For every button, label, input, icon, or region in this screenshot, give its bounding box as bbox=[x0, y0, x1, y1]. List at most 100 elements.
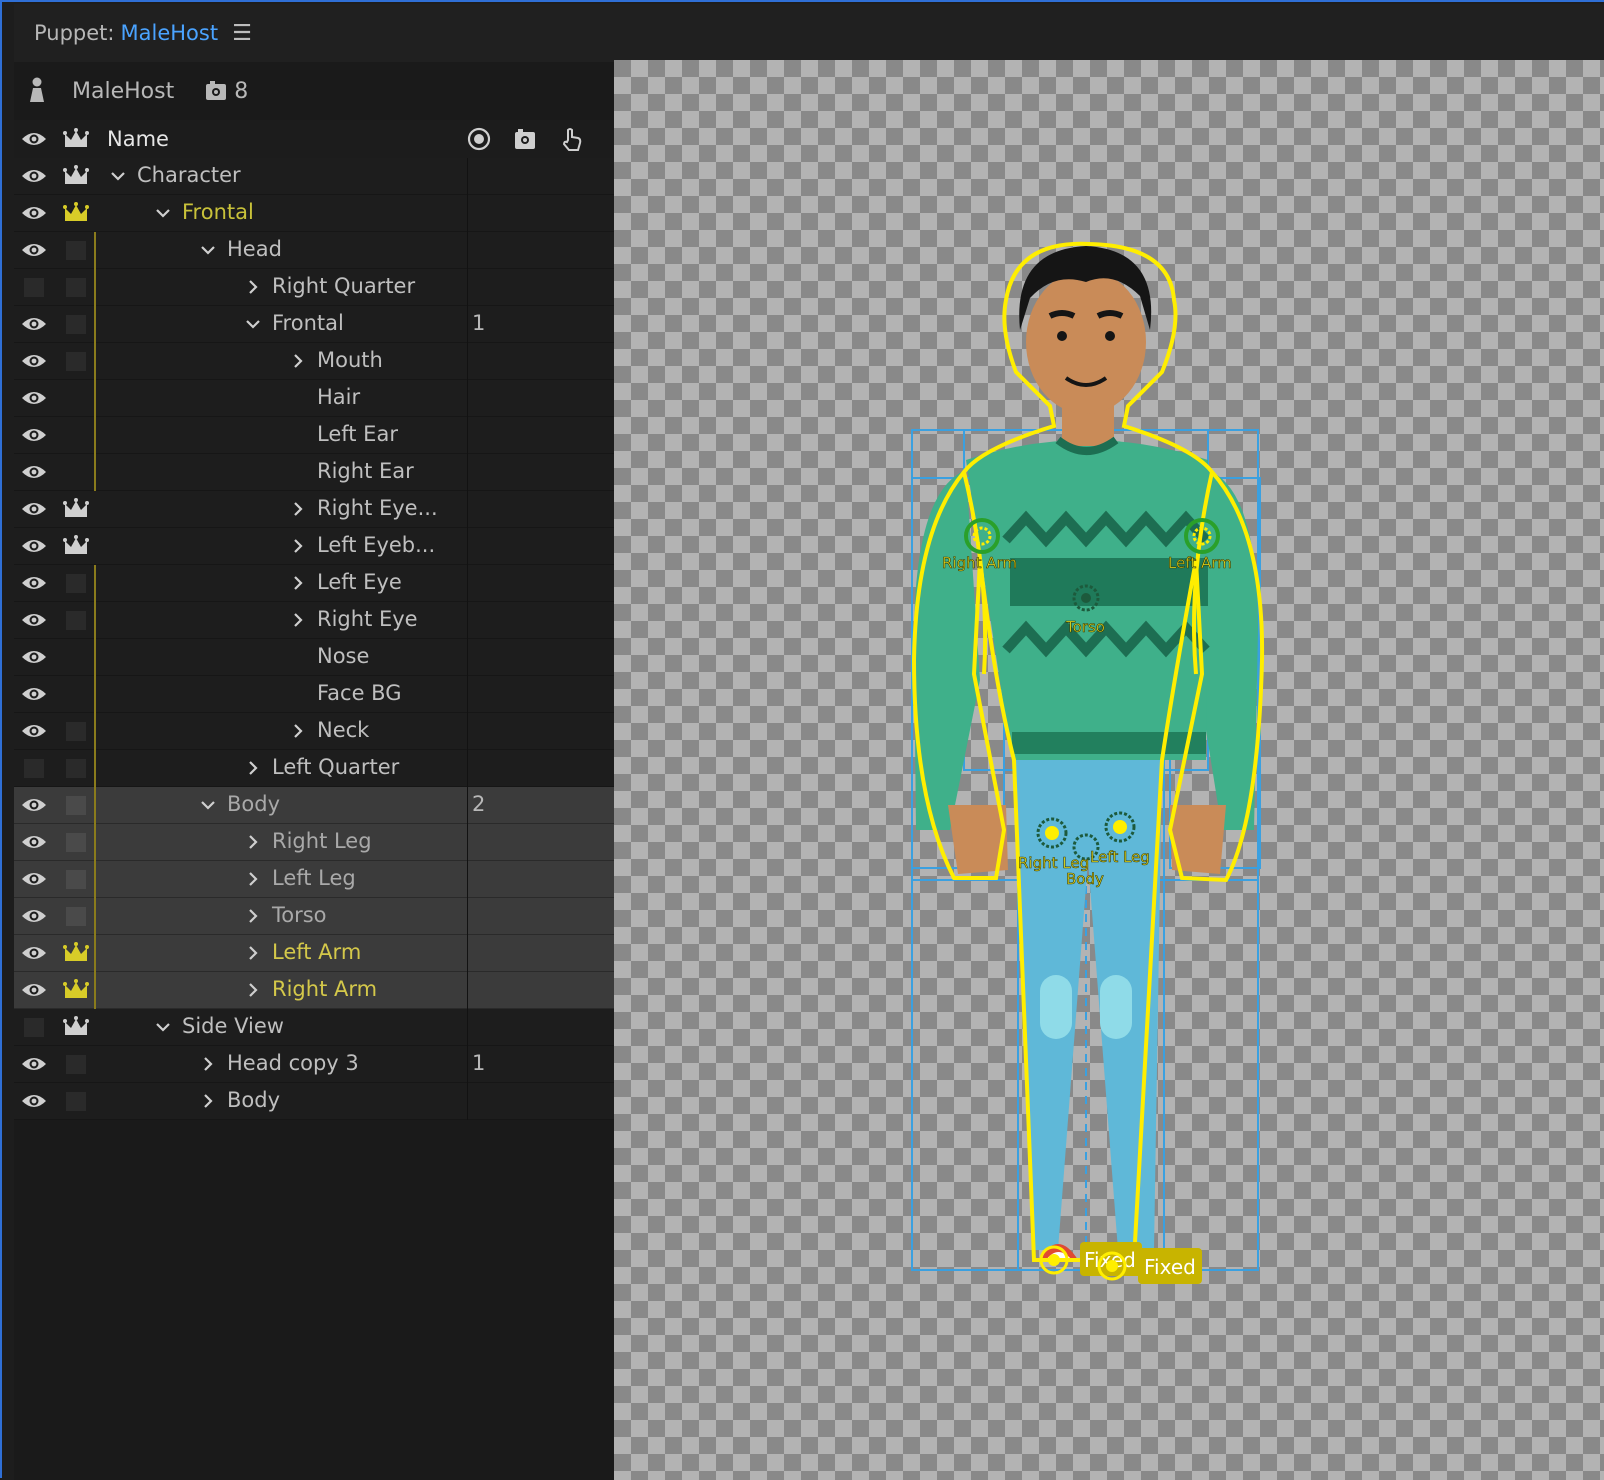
independent-toggle[interactable] bbox=[66, 796, 86, 815]
chevron-right-icon[interactable] bbox=[289, 537, 307, 555]
visibility-eye-icon[interactable] bbox=[20, 980, 48, 1000]
crown-icon-active[interactable] bbox=[62, 978, 90, 1002]
layer-name[interactable]: Head bbox=[227, 237, 282, 261]
chevron-right-icon[interactable] bbox=[244, 981, 262, 999]
layer-row[interactable]: Body bbox=[14, 1083, 614, 1120]
layer-name[interactable]: Body bbox=[227, 792, 280, 816]
chevron-down-icon[interactable] bbox=[154, 204, 172, 222]
camera-column-icon[interactable] bbox=[512, 126, 538, 152]
visibility-eye-icon[interactable] bbox=[20, 240, 48, 260]
visibility-eye-icon[interactable] bbox=[20, 906, 48, 926]
layer-name[interactable]: Right Leg bbox=[272, 829, 372, 853]
layer-name[interactable]: Hair bbox=[317, 385, 360, 409]
layer-row[interactable]: Right Leg bbox=[14, 824, 614, 861]
layer-name[interactable]: Frontal bbox=[182, 200, 254, 224]
panel-title-puppet-name[interactable]: MaleHost bbox=[121, 21, 219, 45]
layer-row[interactable]: Left Eye bbox=[14, 565, 614, 602]
chevron-right-icon[interactable] bbox=[289, 611, 307, 629]
layer-row[interactable]: Left Arm bbox=[14, 935, 614, 972]
crown-icon[interactable] bbox=[62, 1015, 90, 1039]
crown-icon-active[interactable] bbox=[62, 941, 90, 965]
independent-toggle[interactable] bbox=[66, 278, 86, 297]
independent-toggle[interactable] bbox=[66, 574, 86, 593]
chevron-right-icon[interactable] bbox=[244, 907, 262, 925]
visibility-eye-icon[interactable] bbox=[20, 499, 48, 519]
layer-name[interactable]: Right Quarter bbox=[272, 274, 415, 298]
layer-name[interactable]: Left Leg bbox=[272, 866, 356, 890]
layer-name[interactable]: Neck bbox=[317, 718, 369, 742]
chevron-right-icon[interactable] bbox=[289, 500, 307, 518]
visibility-eye-icon[interactable] bbox=[20, 869, 48, 889]
independent-toggle[interactable] bbox=[66, 870, 86, 889]
visibility-eye-icon[interactable] bbox=[20, 943, 48, 963]
layer-row[interactable]: Left Leg bbox=[14, 861, 614, 898]
layer-name[interactable]: Nose bbox=[317, 644, 369, 668]
chevron-down-icon[interactable] bbox=[244, 315, 262, 333]
independent-toggle[interactable] bbox=[66, 1092, 86, 1111]
layer-row[interactable]: Hair bbox=[14, 380, 614, 417]
visibility-eye-icon[interactable] bbox=[20, 166, 48, 186]
independent-toggle[interactable] bbox=[66, 907, 86, 926]
layer-row[interactable]: Head bbox=[14, 232, 614, 269]
visibility-eye-icon[interactable] bbox=[20, 721, 48, 741]
layer-row[interactable]: Mouth bbox=[14, 343, 614, 380]
visibility-eye-icon[interactable] bbox=[20, 425, 48, 445]
visibility-eye-icon[interactable] bbox=[20, 647, 48, 667]
layer-row[interactable]: Head copy 3 1 bbox=[14, 1046, 614, 1083]
layer-row[interactable]: Right Eye bbox=[14, 602, 614, 639]
layer-name[interactable]: Body bbox=[227, 1088, 280, 1112]
layer-name[interactable]: Torso bbox=[272, 903, 327, 927]
chevron-down-icon[interactable] bbox=[154, 1018, 172, 1036]
crown-column-icon[interactable] bbox=[62, 127, 90, 151]
independent-toggle[interactable] bbox=[66, 241, 86, 260]
visibility-column-eye-icon[interactable] bbox=[20, 129, 48, 149]
layer-name[interactable]: Face BG bbox=[317, 681, 401, 705]
layer-row[interactable]: Character bbox=[14, 158, 614, 195]
layer-name[interactable]: Right Eye... bbox=[317, 496, 438, 520]
layer-name[interactable]: Side View bbox=[182, 1014, 284, 1038]
chevron-down-icon[interactable] bbox=[199, 241, 217, 259]
layer-row[interactable]: Frontal bbox=[14, 195, 614, 232]
visibility-toggle-off[interactable] bbox=[24, 1018, 44, 1037]
chevron-right-icon[interactable] bbox=[244, 759, 262, 777]
layer-row[interactable]: Right Arm bbox=[14, 972, 614, 1009]
crown-icon[interactable] bbox=[62, 497, 90, 521]
fixed-pin-2[interactable]: Fixed bbox=[1097, 1248, 1202, 1284]
layer-name[interactable]: Character bbox=[137, 163, 241, 187]
layer-row[interactable]: Left Eyeb... bbox=[14, 528, 614, 565]
layer-row[interactable]: Frontal 1 bbox=[14, 306, 614, 343]
hamburger-icon[interactable]: ☰ bbox=[232, 21, 252, 46]
chevron-right-icon[interactable] bbox=[289, 574, 307, 592]
layer-row[interactable]: Neck bbox=[14, 713, 614, 750]
visibility-eye-icon[interactable] bbox=[20, 832, 48, 852]
layer-name[interactable]: Right Arm bbox=[272, 977, 377, 1001]
layer-row[interactable]: Left Quarter bbox=[14, 750, 614, 787]
puppet-canvas[interactable]: Right Arm Left Arm Torso Right Leg Left … bbox=[614, 60, 1604, 1480]
crown-icon[interactable] bbox=[62, 534, 90, 558]
visibility-eye-icon[interactable] bbox=[20, 573, 48, 593]
chevron-right-icon[interactable] bbox=[289, 722, 307, 740]
layer-row[interactable]: Right Eye... bbox=[14, 491, 614, 528]
visibility-eye-icon[interactable] bbox=[20, 1054, 48, 1074]
chevron-right-icon[interactable] bbox=[244, 833, 262, 851]
visibility-eye-icon[interactable] bbox=[20, 462, 48, 482]
layer-name[interactable]: Frontal bbox=[272, 311, 344, 335]
layer-row[interactable]: Right Quarter bbox=[14, 269, 614, 306]
independent-toggle[interactable] bbox=[66, 611, 86, 630]
chevron-right-icon[interactable] bbox=[199, 1092, 217, 1110]
visibility-eye-icon[interactable] bbox=[20, 203, 48, 223]
visibility-eye-icon[interactable] bbox=[20, 388, 48, 408]
chevron-down-icon[interactable] bbox=[109, 167, 127, 185]
layer-row[interactable]: Torso bbox=[14, 898, 614, 935]
visibility-toggle-off[interactable] bbox=[24, 759, 44, 778]
name-column-header[interactable]: Name bbox=[107, 127, 169, 151]
layer-name[interactable]: Left Ear bbox=[317, 422, 398, 446]
independent-toggle[interactable] bbox=[66, 1055, 86, 1074]
layer-name[interactable]: Right Ear bbox=[317, 459, 414, 483]
layer-name[interactable]: Right Eye bbox=[317, 607, 418, 631]
visibility-eye-icon[interactable] bbox=[20, 684, 48, 704]
chevron-right-icon[interactable] bbox=[244, 944, 262, 962]
visibility-toggle-off[interactable] bbox=[24, 278, 44, 297]
layer-row[interactable]: Right Ear bbox=[14, 454, 614, 491]
visibility-eye-icon[interactable] bbox=[20, 536, 48, 556]
